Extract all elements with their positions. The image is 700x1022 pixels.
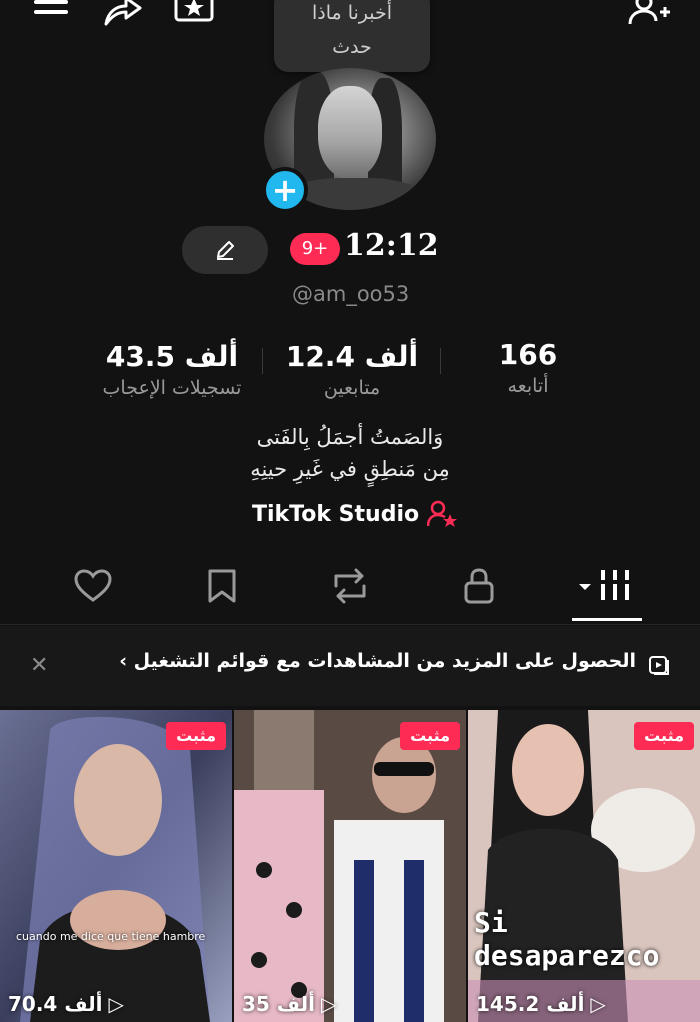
star-box-icon[interactable] [172,0,216,28]
notification-badge[interactable]: 9+ [290,233,340,265]
stat-following[interactable]: 166 أتابعه [468,338,588,400]
pinned-badge: مثبت [634,722,694,750]
divider [262,348,263,374]
stat-followers-label: متابعين [323,377,381,399]
view-count-value: 70.4 ألف [8,992,103,1016]
profile-name: 12:12 [344,228,439,263]
feedback-tooltip[interactable]: أخبرنا ماذا حدث [274,0,430,72]
stat-likes[interactable]: 43.5 ألف تسجيلات الإعجاب [92,340,252,402]
divider [440,348,441,374]
pinned-badge: مثبت [166,722,226,750]
view-count: 70.4 ألف ▷ [8,992,124,1016]
view-count-value: 35 ألف [242,992,315,1016]
tooltip-line-1: أخبرنا ماذا [311,2,393,24]
bookmark-icon [208,569,236,603]
video-thumbnail [0,710,232,1022]
pinned-badge: مثبت [400,722,460,750]
active-tab-indicator [572,618,642,621]
video-caption: cuando me dice que tiene hambre [16,930,206,943]
stat-following-label: أتابعه [507,375,549,397]
video-tile[interactable]: مثبت cuando me dice que tiene hambre 70.… [0,710,232,1022]
video-thumbnail [468,710,700,1022]
tiktok-studio-link[interactable]: TikTok Studio [252,500,458,528]
stat-likes-value: 43.5 ألف [105,340,239,373]
divider [0,624,700,625]
view-count: 35 ألف ▷ [242,992,336,1016]
video-caption: Si desaparezco [474,906,660,972]
view-count-value: 145.2 ألف [476,992,585,1016]
studio-label: TikTok Studio [252,501,420,527]
view-count: 145.2 ألف ▷ [476,992,606,1016]
tab-reposts[interactable] [328,564,372,608]
username[interactable]: @am_oo53 [292,282,409,306]
tab-private[interactable] [457,564,501,608]
close-icon[interactable]: ✕ [30,653,48,678]
video-thumbnail [234,710,466,1022]
add-user-icon[interactable] [628,0,672,28]
stat-followers-value: 12.4 ألف [285,340,419,373]
repost-icon [334,568,366,604]
video-tile[interactable]: مثبت 35 ألف ▷ [234,710,466,1022]
play-icon: ▷ [108,992,124,1016]
edit-profile-button[interactable] [182,226,268,274]
tab-videos[interactable] [572,564,642,608]
stat-following-value: 166 [498,338,558,371]
bio-line-2: مِن مَنطِقٍ في غَيرِ حينِهِ [250,457,450,481]
video-tile[interactable]: مثبت 145.2 ألف ▷ [468,710,700,1022]
grid-icon [579,570,629,600]
share-icon[interactable] [100,0,144,28]
stat-followers[interactable]: 12.4 ألف متابعين [282,340,422,402]
pencil-icon [217,241,234,260]
playlist-icon [649,656,669,675]
promo-text[interactable]: الحصول على المزيد من المشاهدات مع قوائم … [119,650,636,672]
menu-icon[interactable] [30,0,74,28]
tab-favorites[interactable] [200,564,244,608]
heart-icon [74,569,112,602]
tab-liked[interactable] [71,564,115,608]
stat-likes-label: تسجيلات الإعجاب [102,377,242,399]
tooltip-line-2: حدث [332,36,372,58]
profile-page: أخبرنا ماذا حدث + 9+ 12:12 @am_oo53 43.5… [0,0,700,1022]
play-icon: ▷ [590,992,606,1016]
bio-line-1: وَالصَمتُ أجمَلُ بِالفَتى [256,425,444,449]
creator-star-icon [427,500,458,527]
add-story-button[interactable]: + [262,167,308,213]
lock-icon [464,568,494,604]
play-icon: ▷ [320,992,337,1016]
